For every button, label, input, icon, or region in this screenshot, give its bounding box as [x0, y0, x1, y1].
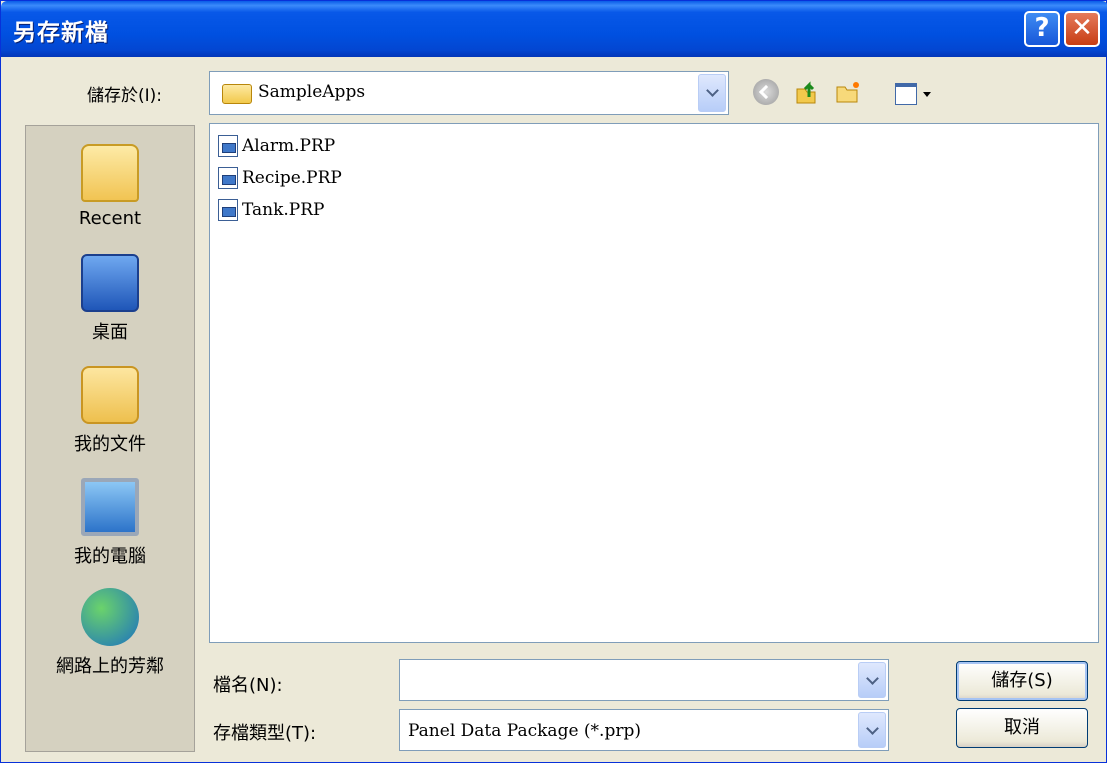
- save-in-label: 儲存於(I):: [87, 86, 163, 106]
- prp-file-icon: [218, 135, 238, 157]
- desktop-icon: [81, 254, 139, 312]
- save-as-dialog: 另存新檔 ? ✕ 儲存於(I): SampleApps Recent 桌面 我的…: [0, 0, 1107, 763]
- file-name: Alarm.PRP: [242, 136, 336, 156]
- cancel-button[interactable]: 取消: [956, 708, 1088, 748]
- file-name-combo[interactable]: [399, 659, 889, 701]
- file-type-label: 存檔類型(T):: [213, 723, 317, 744]
- list-item[interactable]: Recipe.PRP: [218, 164, 342, 192]
- save-in-folder: SampleApps: [258, 82, 366, 102]
- chevron-down-icon[interactable]: [858, 712, 886, 748]
- file-name: Tank.PRP: [242, 200, 325, 220]
- up-folder-icon[interactable]: [793, 79, 819, 105]
- place-desktop[interactable]: 桌面: [26, 254, 194, 344]
- file-name: Recipe.PRP: [242, 168, 342, 188]
- file-name-input[interactable]: [404, 664, 844, 696]
- place-my-computer[interactable]: 我的電腦: [26, 478, 194, 568]
- new-folder-icon[interactable]: [835, 79, 861, 105]
- file-type-combo[interactable]: Panel Data Package (*.prp): [399, 709, 889, 751]
- chevron-down-icon[interactable]: [698, 74, 726, 112]
- network-places-icon: [81, 588, 139, 646]
- file-name-label: 檔名(N):: [213, 675, 283, 696]
- chevron-down-icon[interactable]: [858, 662, 886, 698]
- save-button[interactable]: 儲存(S): [956, 661, 1088, 701]
- my-documents-icon: [81, 366, 139, 424]
- place-label: Recent: [78, 208, 142, 229]
- window-title: 另存新檔: [13, 20, 109, 46]
- file-list[interactable]: Alarm.PRP Recipe.PRP Tank.PRP: [209, 123, 1099, 643]
- recent-folder-icon: [81, 144, 139, 202]
- place-label: 桌面: [92, 322, 128, 343]
- close-button[interactable]: ✕: [1064, 11, 1100, 47]
- back-icon[interactable]: [753, 79, 779, 105]
- place-label: 網路上的芳鄰: [56, 656, 164, 677]
- title-bar[interactable]: 另存新檔 ? ✕: [1, 1, 1107, 57]
- folder-icon: [222, 84, 252, 104]
- help-button[interactable]: ?: [1024, 11, 1060, 47]
- places-bar: Recent 桌面 我的文件 我的電腦 網路上的芳鄰: [25, 125, 195, 752]
- list-item[interactable]: Tank.PRP: [218, 196, 325, 224]
- views-menu-icon[interactable]: [895, 83, 917, 105]
- place-recent[interactable]: Recent: [26, 144, 194, 229]
- place-network[interactable]: 網路上的芳鄰: [26, 588, 194, 678]
- place-my-documents[interactable]: 我的文件: [26, 366, 194, 456]
- prp-file-icon: [218, 167, 238, 189]
- place-label: 我的文件: [74, 434, 146, 455]
- list-item[interactable]: Alarm.PRP: [218, 132, 335, 160]
- place-label: 我的電腦: [74, 546, 146, 567]
- save-in-combo[interactable]: SampleApps: [209, 71, 729, 115]
- my-computer-icon: [81, 478, 139, 536]
- file-type-value: Panel Data Package (*.prp): [408, 721, 641, 741]
- views-dropdown-arrow-icon[interactable]: [923, 92, 931, 97]
- prp-file-icon: [218, 199, 238, 221]
